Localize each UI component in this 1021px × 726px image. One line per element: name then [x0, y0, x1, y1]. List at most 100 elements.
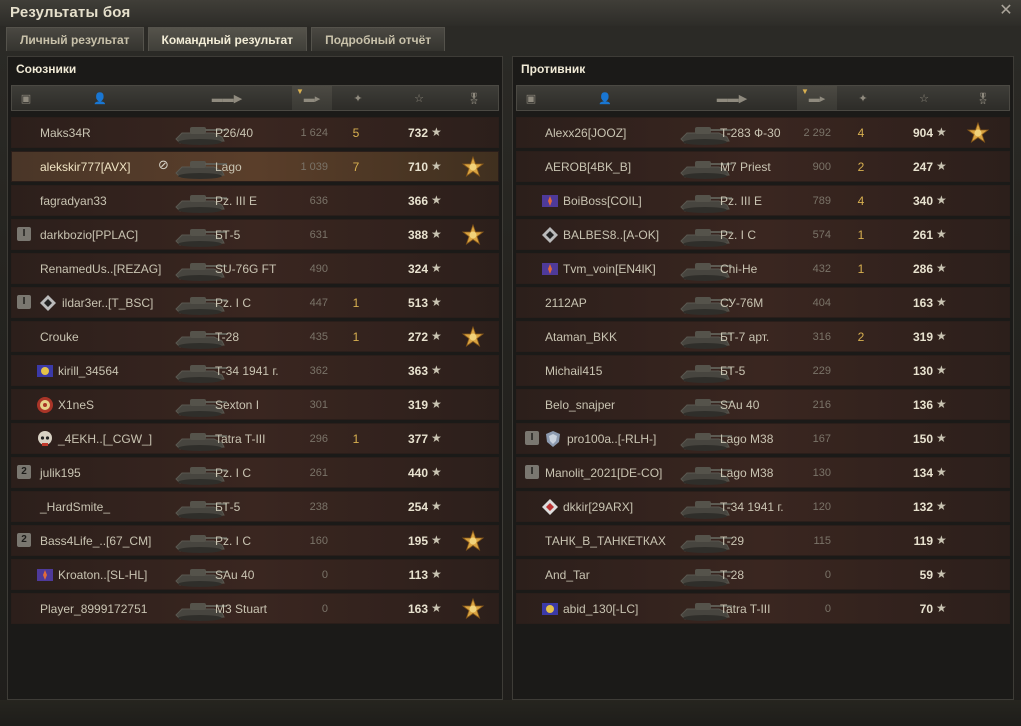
player-row[interactable]: _HardSmite_ БТ-5 238 254 ★	[11, 491, 499, 522]
tank-name: T-283 Ф-30	[720, 126, 781, 140]
player-row[interactable]: X1neS Sexton I 301 319 ★	[11, 389, 499, 420]
player-row[interactable]: Ataman_BKK БТ-7 арт. 316 2 319 ★	[516, 321, 1010, 352]
xp-star-icon: ★	[936, 533, 947, 547]
player-name: BoiBoss[COIL]	[563, 194, 642, 208]
player-row[interactable]: AEROB[4BK_B] M7 Priest 900 2 247 ★	[516, 151, 1010, 182]
xp-star-icon: ★	[936, 567, 947, 581]
clan-emblem-icon	[39, 294, 57, 312]
player-row[interactable]: Crouke T-28 435 1 272 ★	[11, 321, 499, 352]
header-player-icon[interactable]: 👤	[40, 86, 160, 110]
damage-value: 167	[812, 433, 831, 445]
player-row[interactable]: _4EKH..[_CGW_] Tatra T-III 296 1 377 ★	[11, 423, 499, 454]
player-row[interactable]: BoiBoss[COIL] Pz. III E 789 4 340 ★	[516, 185, 1010, 216]
player-name: Bass4Life_..[67_CM]	[40, 534, 152, 548]
kills-value: 1	[352, 330, 360, 344]
damage-value: 362	[309, 365, 328, 377]
xp-star-icon: ★	[936, 363, 947, 377]
player-row[interactable]: Ipro100a..[-RLH-] Lago M38 167 150 ★	[516, 423, 1010, 454]
header-medal-icon[interactable]: 🎖	[961, 86, 1005, 110]
header-player-icon[interactable]: 👤	[545, 86, 665, 110]
allies-panel: Союзники ▣ 👤 ▬▬▶ ▬▸ ▼ ✦ ☆ 🎖 Maks34R P26/40 1 624 5…	[7, 56, 503, 700]
damage-value: 1 624	[300, 127, 328, 139]
allies-title: Союзники	[16, 62, 77, 76]
tank-name: Tatra T-III	[215, 432, 266, 446]
player-row[interactable]: dkkir[29ARX] T-34 1941 г. 120 132 ★	[516, 491, 1010, 522]
bottom-bar	[0, 700, 1021, 726]
xp-value: 132	[912, 500, 933, 514]
player-row[interactable]: abid_130[-LC] Tatra T-III 0 70 ★	[516, 593, 1010, 624]
header-medal-icon[interactable]: 🎖	[454, 86, 494, 110]
close-icon[interactable]: ✕	[997, 2, 1015, 20]
xp-star-icon: ★	[431, 397, 442, 411]
header-kills-icon[interactable]: ✦	[839, 86, 887, 110]
player-row[interactable]: Alexx26[JOOZ] T-283 Ф-30 2 292 4 904 ★	[516, 117, 1010, 148]
medal-icon	[461, 597, 485, 622]
tab-bar: Личный результат Командный результат Под…	[6, 27, 449, 51]
rank-badge-icon: I	[525, 465, 539, 479]
damage-value: 432	[812, 263, 831, 275]
damage-value: 435	[309, 331, 328, 343]
header-badge-icon[interactable]: ▣	[12, 86, 40, 110]
xp-star-icon: ★	[936, 227, 947, 241]
xp-star-icon: ★	[431, 533, 442, 547]
rank-badge-icon: 2	[17, 465, 31, 479]
header-tank-icon[interactable]: ▬▬▶	[667, 86, 797, 110]
rank-badge-icon: 2	[17, 533, 31, 547]
player-row[interactable]: I Manolit_2021[DE-CO] Lago M38 130 134 ★	[516, 457, 1010, 488]
player-name: And_Tar	[545, 568, 590, 582]
header-damage-icon[interactable]: ▬▸ ▼	[292, 86, 332, 110]
player-row[interactable]: Idarkbozio[PPLAC] БТ-5 631 388 ★	[11, 219, 499, 250]
player-row[interactable]: 2 julik195 Pz. I C 261 440 ★	[11, 457, 499, 488]
player-row[interactable]: Kroaton..[SL-HL] SAu 40 0 113 ★	[11, 559, 499, 590]
player-row[interactable]: Iildar3er..[T_BSC] Pz. I C 447 1 513 ★	[11, 287, 499, 318]
player-name: Player_8999172751	[40, 602, 148, 616]
player-row[interactable]: Michail415 БТ-5 229 130 ★	[516, 355, 1010, 386]
damage-value: 316	[812, 331, 831, 343]
tab-team-result[interactable]: Командный результат	[147, 27, 308, 51]
player-name: Manolit_2021[DE-CO]	[545, 466, 663, 480]
tank-name: Lago M38	[720, 432, 774, 446]
player-name: kirill_34564	[58, 364, 119, 378]
xp-value: 732	[407, 126, 428, 140]
player-row[interactable]: BALBES8..[A-OK] Pz. I C 574 1 261 ★	[516, 219, 1010, 250]
player-name: ildar3er..[T_BSC]	[62, 296, 154, 310]
tank-name: T-34 1941 г.	[215, 364, 279, 378]
tab-detailed-report[interactable]: Подробный отчёт	[311, 27, 446, 51]
header-badge-icon[interactable]: ▣	[517, 86, 545, 110]
kills-value: 4	[857, 194, 865, 208]
header-tank-icon[interactable]: ▬▬▶	[162, 86, 292, 110]
damage-value: 0	[321, 569, 328, 581]
player-row[interactable]: Belo_snajper SAu 40 216 136 ★	[516, 389, 1010, 420]
player-name: Kroaton..[SL-HL]	[58, 568, 148, 582]
player-row[interactable]: Tvm_voin[EN4lK] Chi-He 432 1 286 ★	[516, 253, 1010, 284]
header-xp-icon[interactable]: ☆	[384, 86, 454, 110]
player-row[interactable]: fagradyan33 Pz. III E 636 366 ★	[11, 185, 499, 216]
damage-value: 115	[813, 535, 831, 547]
player-row[interactable]: 2 Bass4Life_..[67_CM] Pz. I C 160 195 ★	[11, 525, 499, 556]
player-row[interactable]: alekskir777[AVX] ⊘ Lago 1 039 7 710 ★	[11, 151, 499, 182]
xp-value: 319	[912, 330, 933, 344]
player-row[interactable]: Player_8999172751 M3 Stuart 0 163 ★	[11, 593, 499, 624]
player-row[interactable]: RenamedUs..[REZAG] SU-76G FT 490 324 ★	[11, 253, 499, 284]
enemies-header: ▣ 👤 ▬▬▶ ▬▸ ▼ ✦ ☆ 🎖	[516, 85, 1010, 111]
clan-emblem-icon	[541, 260, 559, 278]
tab-personal-result[interactable]: Личный результат	[6, 27, 144, 51]
player-row[interactable]: And_Tar T-28 0 59 ★	[516, 559, 1010, 590]
tank-name: Sexton I	[215, 398, 260, 412]
xp-value: 134	[912, 466, 933, 480]
kills-value: 1	[857, 262, 865, 276]
xp-value: 319	[407, 398, 428, 412]
player-row[interactable]: Maks34R P26/40 1 624 5 732 ★	[11, 117, 499, 148]
header-damage-icon[interactable]: ▬▸ ▼	[797, 86, 837, 110]
xp-star-icon: ★	[431, 499, 442, 513]
enemies-panel: Противник ▣ 👤 ▬▬▶ ▬▸ ▼ ✦ ☆ 🎖 Alexx26[JOOZ] T-283…	[512, 56, 1014, 700]
xp-star-icon: ★	[936, 431, 947, 445]
header-xp-icon[interactable]: ☆	[889, 86, 959, 110]
xp-star-icon: ★	[431, 193, 442, 207]
player-row[interactable]: kirill_34564 T-34 1941 г. 362 363 ★	[11, 355, 499, 386]
player-row[interactable]: ТАНК_В_ТАНКЕТКАХ T-29 115 119 ★	[516, 525, 1010, 556]
medal-icon	[461, 155, 485, 180]
player-row[interactable]: 2112AP СУ-76М 404 163 ★	[516, 287, 1010, 318]
header-kills-icon[interactable]: ✦	[334, 86, 382, 110]
xp-star-icon: ★	[431, 363, 442, 377]
